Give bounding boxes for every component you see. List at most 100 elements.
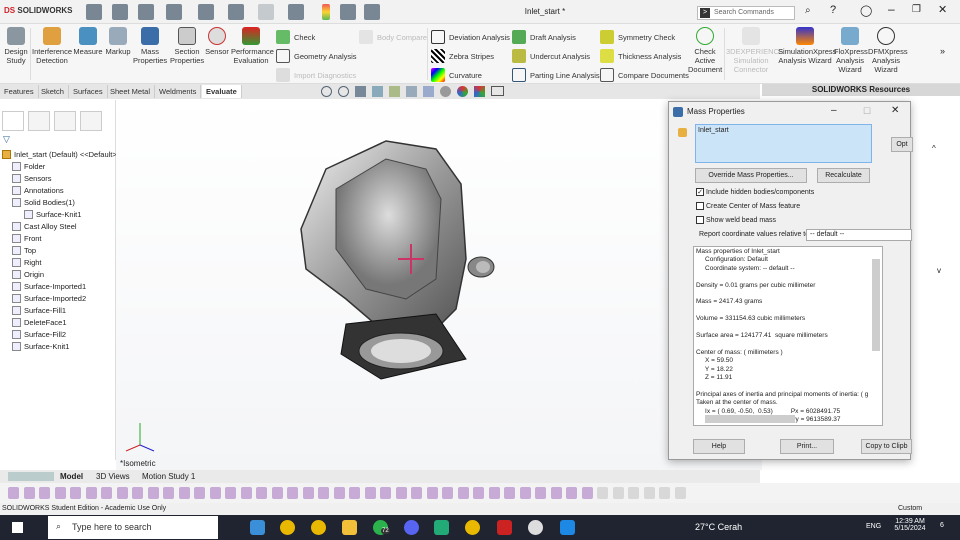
selection-filter-icon[interactable] [70, 487, 81, 499]
tree-item[interactable]: Solid Bodies(1) [12, 196, 75, 208]
selection-filter-icon[interactable] [147, 487, 159, 499]
selection-filter-icon[interactable] [411, 487, 422, 499]
selection-filter-icon[interactable] [178, 487, 190, 499]
select-icon[interactable] [288, 4, 304, 20]
edge-icon[interactable] [250, 520, 265, 535]
ribbon-overflow-icon[interactable]: » [940, 46, 945, 56]
new-document-icon[interactable] [112, 4, 128, 20]
user-icon[interactable]: ◯ [860, 4, 872, 17]
sensor-button[interactable]: Sensor [205, 27, 229, 56]
selection-filter-icon[interactable] [612, 487, 624, 499]
body-compare-button[interactable]: Body Compare [359, 30, 427, 44]
include-hidden-checkbox[interactable]: ✓ Include hidden bodies/components [696, 188, 814, 196]
selection-filter-icon[interactable] [504, 487, 515, 499]
app-icon-2[interactable] [528, 520, 543, 535]
open-icon[interactable] [138, 4, 154, 20]
dialog-minimize-button[interactable]: – [831, 105, 837, 116]
selection-filter-icon[interactable] [85, 487, 97, 499]
selection-filter-icon[interactable] [116, 487, 128, 499]
display-style-icon[interactable] [423, 86, 434, 97]
tree-item[interactable]: Surface-Imported2 [12, 292, 86, 304]
check-active-document-button[interactable]: Check Active Document [688, 27, 722, 74]
tree-item[interactable]: Annotations [12, 184, 64, 196]
selection-filter-icon[interactable] [318, 487, 329, 499]
tab-surfaces[interactable]: Surfaces [69, 85, 108, 98]
tab-3d-views[interactable]: 3D Views [96, 472, 130, 481]
compare-documents-button[interactable]: Compare Documents [600, 68, 689, 82]
units-selector[interactable]: Custom [898, 505, 922, 512]
tree-root[interactable]: Inlet_start (Default) <<Default> [2, 148, 117, 160]
tab-weldments[interactable]: Weldments [155, 85, 202, 98]
rebuild-icon[interactable] [322, 4, 330, 20]
selection-filter-icon[interactable] [364, 487, 376, 499]
selection-filter-icon[interactable] [519, 487, 531, 499]
clock[interactable]: 12:39 AM 5/15/2024 [890, 518, 930, 532]
selection-filter-icon[interactable] [256, 487, 267, 499]
tree-item[interactable]: Surface-Knit1 [24, 208, 81, 220]
selection-filter-icon[interactable] [240, 487, 252, 499]
tab-scroll-arrows[interactable] [8, 472, 54, 481]
file-properties-icon[interactable] [340, 4, 356, 20]
selection-filter-icon[interactable] [23, 487, 35, 499]
selection-filter-icon[interactable] [163, 487, 174, 499]
apply-scene-icon[interactable] [474, 86, 485, 97]
results-vertical-scrollbar[interactable] [872, 259, 880, 351]
discord-icon[interactable] [404, 520, 419, 535]
notification-center-icon[interactable]: 6 [940, 522, 944, 529]
view-settings-icon[interactable] [491, 86, 504, 96]
results-horizontal-scrollbar[interactable] [705, 415, 795, 423]
selection-filter-icon[interactable] [457, 487, 469, 499]
tree-item[interactable]: Surface-Fill1 [12, 304, 66, 316]
tree-item[interactable]: Top [12, 244, 36, 256]
chrome-profile-icon[interactable] [311, 520, 326, 535]
selection-filter-icon[interactable] [39, 487, 50, 499]
tab-motion-study[interactable]: Motion Study 1 [142, 472, 195, 481]
recalculate-button[interactable]: Recalculate [817, 168, 870, 183]
selection-filter-icon[interactable] [225, 487, 236, 499]
options-button[interactable]: Opt [891, 137, 913, 152]
selection-filter-icon[interactable] [535, 487, 546, 499]
tree-item[interactable]: Sensors [12, 172, 52, 184]
symmetry-check-button[interactable]: Symmetry Check [600, 30, 675, 44]
draft-analysis-button[interactable]: Draft Analysis [512, 30, 576, 44]
tree-item[interactable]: Cast Alloy Steel [12, 220, 77, 232]
print-button[interactable]: Print... [780, 439, 834, 454]
solidworks-logo[interactable]: DS SOLIDWORKS [4, 6, 72, 15]
graphics-area[interactable]: *Isometric [116, 86, 762, 470]
selection-filter-icon[interactable] [566, 487, 577, 499]
deviation-analysis-button[interactable]: Deviation Analysis [431, 30, 510, 44]
design-study-button[interactable]: Design Study [2, 27, 30, 65]
feature-manager-tab[interactable] [2, 111, 24, 131]
tree-item[interactable]: Surface-Imported1 [12, 280, 86, 292]
selection-filter-icon[interactable] [349, 487, 360, 499]
expand-icon[interactable]: v [937, 266, 941, 275]
section-view-icon[interactable] [372, 86, 383, 97]
selection-filter-icon[interactable] [302, 487, 314, 499]
copy-to-clipboard-button[interactable]: Copy to Clipb [861, 439, 912, 454]
save-icon[interactable] [166, 4, 182, 20]
curvature-button[interactable]: Curvature [431, 68, 482, 82]
print-icon[interactable] [198, 4, 214, 20]
selection-filter-icon[interactable] [101, 487, 112, 499]
tab-evaluate[interactable]: Evaluate [202, 85, 242, 98]
zoom-area-icon[interactable] [338, 86, 349, 97]
search-icon[interactable]: ⌕ [805, 5, 811, 16]
mass-properties-button[interactable]: Mass Properties [133, 27, 167, 65]
selection-filter-icon[interactable] [442, 487, 453, 499]
tree-item[interactable]: Front [12, 232, 42, 244]
search-commands-input[interactable]: > Search Commands [697, 6, 795, 20]
measure-button[interactable]: Measure [73, 27, 103, 56]
section-properties-button[interactable]: Section Properties [170, 27, 204, 65]
selection-filter-icon[interactable] [473, 487, 484, 499]
selection-filter-icon[interactable] [194, 487, 205, 499]
tree-item[interactable]: Surface-Knit1 [12, 340, 69, 352]
performance-evaluation-button[interactable]: Performance Evaluation [231, 27, 274, 65]
selection-filter-icon[interactable] [426, 487, 438, 499]
selection-filter-icon[interactable] [659, 487, 670, 499]
redo-icon[interactable] [258, 4, 274, 20]
dimxpert-manager-tab[interactable] [80, 111, 102, 131]
file-explorer-icon[interactable] [342, 520, 357, 535]
3dexperience-connector-button[interactable]: 3DEXPERIENCE Simulation Connector [726, 27, 784, 74]
zoom-to-fit-icon[interactable] [321, 86, 332, 97]
options-gear-icon[interactable] [364, 4, 380, 20]
